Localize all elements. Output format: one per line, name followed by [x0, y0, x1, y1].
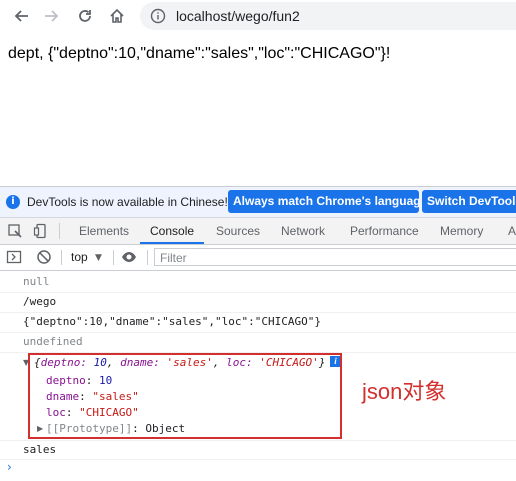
tab-divider — [59, 223, 60, 239]
context-selector[interactable]: top — [71, 250, 88, 264]
filter-input[interactable]: Filter — [154, 248, 516, 266]
eye-icon[interactable] — [121, 249, 137, 265]
reload-icon[interactable] — [73, 4, 97, 28]
back-arrow-icon[interactable] — [9, 4, 33, 28]
annotation-label: json对象 — [362, 379, 447, 404]
console-message: sales — [0, 440, 516, 460]
console-message: null — [0, 272, 516, 293]
device-toolbar-icon[interactable] — [33, 223, 49, 239]
home-icon[interactable] — [105, 4, 129, 28]
tab-more[interactable]: A — [508, 218, 516, 244]
switch-devtools-button[interactable]: Switch DevTools — [422, 190, 516, 213]
toolbar-divider — [147, 250, 148, 265]
address-bar[interactable]: localhost/wego/fun2 — [140, 2, 516, 30]
devtools-tabbar: Elements Console Sources Network Perform… — [0, 218, 516, 245]
clear-console-icon[interactable] — [36, 249, 52, 265]
console-text: {"deptno":10,"dname":"sales","loc":"CHIC… — [23, 315, 322, 328]
tab-console[interactable]: Console — [140, 218, 205, 244]
forward-arrow-icon[interactable] — [40, 4, 64, 28]
console-text: null — [23, 275, 50, 288]
page-body-text: dept, {"deptno":10,"dname":"sales","loc"… — [8, 45, 391, 62]
always-match-language-button[interactable]: Always match Chrome's language — [228, 190, 419, 213]
info-icon: i — [6, 195, 20, 209]
console-message: /wego — [0, 292, 516, 313]
console-text: undefined — [23, 335, 83, 348]
infobar-message: DevTools is now available in Chinese! — [27, 195, 228, 209]
tab-elements[interactable]: Elements — [79, 218, 129, 244]
inspect-element-icon[interactable] — [7, 223, 23, 239]
console-text: /wego — [23, 295, 57, 308]
tab-memory[interactable]: Memory — [440, 218, 483, 244]
console-toolbar: top ▼ Filter — [0, 245, 516, 271]
toolbar-divider — [113, 250, 114, 265]
console-message: {"deptno":10,"dname":"sales","loc":"CHIC… — [0, 312, 516, 333]
url-text: localhost/wego/fun2 — [176, 8, 300, 24]
highlight-annotation-box — [28, 353, 342, 439]
site-info-icon[interactable] — [150, 8, 166, 24]
dropdown-arrow-icon[interactable]: ▼ — [95, 253, 102, 263]
browser-toolbar: localhost/wego/fun2 — [0, 0, 516, 32]
sidebar-toggle-icon[interactable] — [6, 249, 22, 265]
console-text: sales — [23, 443, 57, 456]
toolbar-divider — [61, 250, 62, 265]
console-prompt-icon[interactable]: › — [7, 460, 12, 474]
tab-network[interactable]: Network — [281, 218, 325, 244]
console-message: undefined — [0, 332, 516, 353]
devtools-infobar: i DevTools is now available in Chinese! … — [0, 187, 516, 218]
tab-sources[interactable]: Sources — [216, 218, 260, 244]
tab-performance[interactable]: Performance — [350, 218, 419, 244]
